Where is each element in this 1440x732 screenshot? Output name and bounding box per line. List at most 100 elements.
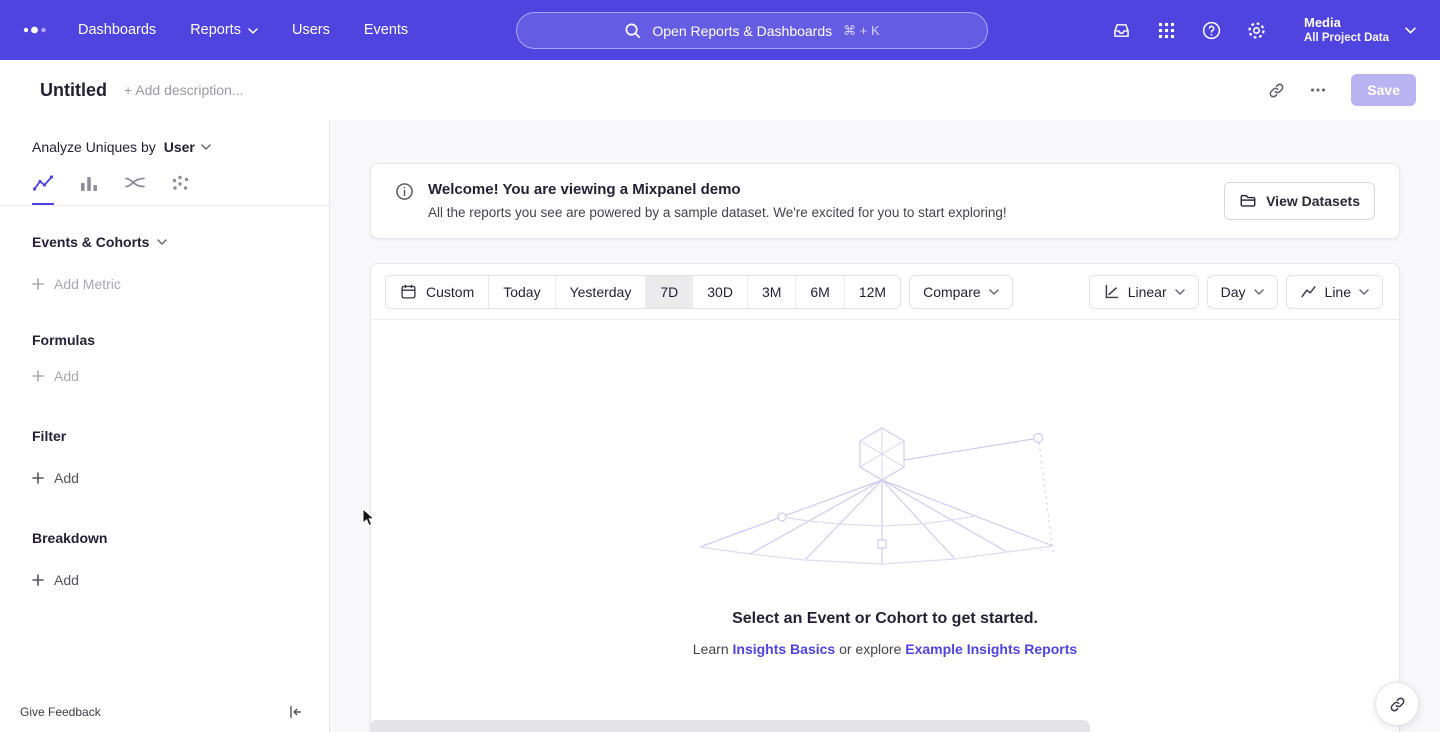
analyze-label: Analyze Uniques by [32, 139, 156, 155]
example-insights-reports-link[interactable]: Example Insights Reports [905, 641, 1077, 657]
chart-type-select[interactable]: Line [1286, 275, 1383, 309]
add-formula-button[interactable]: Add [32, 368, 297, 384]
tab-bar-chart[interactable] [78, 172, 100, 205]
analyze-entity-select[interactable]: User [164, 139, 211, 155]
help-button[interactable] [1200, 19, 1222, 41]
add-breakdown-button[interactable]: Add [32, 572, 297, 588]
chart-type-tabs [0, 158, 329, 206]
range-6m[interactable]: 6M [796, 276, 844, 308]
nav-events[interactable]: Events [364, 22, 408, 38]
collapse-left-icon [287, 704, 303, 720]
chevron-down-icon [248, 22, 258, 38]
breakdown-title: Breakdown [32, 530, 107, 546]
nav-dashboards[interactable]: Dashboards [78, 22, 156, 38]
analyze-row: Analyze Uniques by User [0, 136, 329, 158]
date-range-group: Custom Today Yesterday 7D 30D 3M 6M 12M [385, 275, 901, 309]
bar-chart-tab-icon [78, 172, 100, 194]
add-description[interactable]: + Add description... [124, 82, 243, 98]
horizontal-scrollbar[interactable] [370, 720, 1090, 732]
header-actions: Save [1259, 73, 1416, 107]
chevron-down-icon [201, 144, 211, 150]
range-7d[interactable]: 7D [646, 276, 693, 308]
plus-icon [32, 370, 44, 382]
apps-grid-button[interactable] [1155, 19, 1177, 41]
link-icon [1267, 81, 1286, 100]
nav-reports[interactable]: Reports [190, 22, 258, 38]
copy-link-button[interactable] [1259, 73, 1293, 107]
range-custom-label: Custom [426, 284, 474, 300]
empty-state-connector: or explore [839, 641, 901, 657]
add-breakdown-label: Add [54, 572, 79, 588]
range-30d[interactable]: 30D [693, 276, 748, 308]
chevron-down-icon [989, 289, 999, 295]
chart-controls-row: Custom Today Yesterday 7D 30D 3M 6M 12M … [371, 264, 1399, 320]
formulas-section: Formulas [32, 332, 297, 348]
tab-flow-chart[interactable] [124, 172, 146, 205]
insights-basics-link[interactable]: Insights Basics [733, 641, 836, 657]
flow-chart-tab-icon [124, 172, 146, 194]
apps-grid-icon [1157, 21, 1176, 40]
events-cohorts-section[interactable]: Events & Cohorts [32, 234, 297, 250]
analyze-entity-value: User [164, 139, 195, 155]
report-title[interactable]: Untitled [40, 80, 107, 101]
save-button[interactable]: Save [1351, 74, 1416, 106]
settings-button[interactable] [1245, 19, 1267, 41]
linear-scale-icon [1103, 283, 1120, 300]
search-icon [624, 22, 641, 39]
empty-state-title: Select an Event or Cohort to get started… [732, 610, 1038, 628]
add-filter-button[interactable]: Add [32, 470, 297, 486]
range-yesterday[interactable]: Yesterday [556, 276, 647, 308]
share-link-button[interactable] [1375, 682, 1419, 726]
main-content: Welcome! You are viewing a Mixpanel demo… [330, 120, 1440, 732]
granularity-select[interactable]: Day [1207, 275, 1278, 309]
view-datasets-button[interactable]: View Datasets [1224, 182, 1375, 220]
tab-line-chart[interactable] [32, 172, 54, 205]
give-feedback-link[interactable]: Give Feedback [20, 705, 101, 719]
formulas-title: Formulas [32, 332, 95, 348]
project-info: Media All Project Data [1304, 15, 1389, 45]
line-chart-type-icon [1300, 283, 1317, 300]
calendar-icon [400, 283, 417, 300]
add-metric-button[interactable]: Add Metric [32, 276, 297, 292]
add-filter-label: Add [54, 470, 79, 486]
project-switcher[interactable]: Media All Project Data [1304, 15, 1416, 45]
range-3m[interactable]: 3M [748, 276, 796, 308]
add-metric-label: Add Metric [54, 276, 121, 292]
range-custom[interactable]: Custom [386, 276, 489, 308]
range-today[interactable]: Today [489, 276, 555, 308]
inbox-button[interactable] [1110, 19, 1132, 41]
plus-icon [32, 278, 44, 290]
add-formula-label: Add [54, 368, 79, 384]
filter-section: Filter [32, 428, 297, 444]
welcome-banner: Welcome! You are viewing a Mixpanel demo… [370, 163, 1400, 239]
more-options-button[interactable] [1301, 73, 1335, 107]
chevron-down-icon [1254, 289, 1264, 295]
mixpanel-app: Dashboards Reports Users Events Open Rep… [0, 0, 1440, 732]
view-datasets-label: View Datasets [1266, 193, 1360, 209]
range-12m[interactable]: 12M [845, 276, 900, 308]
scale-select[interactable]: Linear [1089, 275, 1199, 309]
plus-icon [32, 574, 44, 586]
collapse-sidebar-button[interactable] [287, 704, 303, 720]
global-search[interactable]: Open Reports & Dashboards ⌘ + K [516, 12, 988, 49]
chart-type-label: Line [1325, 284, 1351, 300]
report-builder-sidebar: Analyze Uniques by User [0, 120, 330, 732]
chevron-down-icon [1359, 289, 1369, 295]
granularity-label: Day [1221, 284, 1246, 300]
ellipsis-icon [1309, 81, 1327, 99]
project-name: Media [1304, 15, 1389, 30]
breakdown-section: Breakdown [32, 530, 297, 546]
banner-title: Welcome! You are viewing a Mixpanel demo [428, 180, 1007, 199]
empty-state-subtitle: Learn Insights Basics or explore Example… [693, 641, 1077, 657]
insights-chart-card: Custom Today Yesterday 7D 30D 3M 6M 12M … [370, 263, 1400, 732]
plus-icon [32, 472, 44, 484]
mixpanel-logo[interactable] [22, 22, 48, 38]
filter-title: Filter [32, 428, 66, 444]
nav-users[interactable]: Users [292, 22, 330, 38]
top-nav: Dashboards Reports Users Events Open Rep… [0, 0, 1440, 60]
folder-icon [1239, 192, 1257, 210]
info-icon [395, 182, 414, 201]
compare-button[interactable]: Compare [909, 275, 1013, 309]
tab-scatter-chart[interactable] [170, 172, 192, 205]
chevron-down-icon [1405, 27, 1416, 34]
